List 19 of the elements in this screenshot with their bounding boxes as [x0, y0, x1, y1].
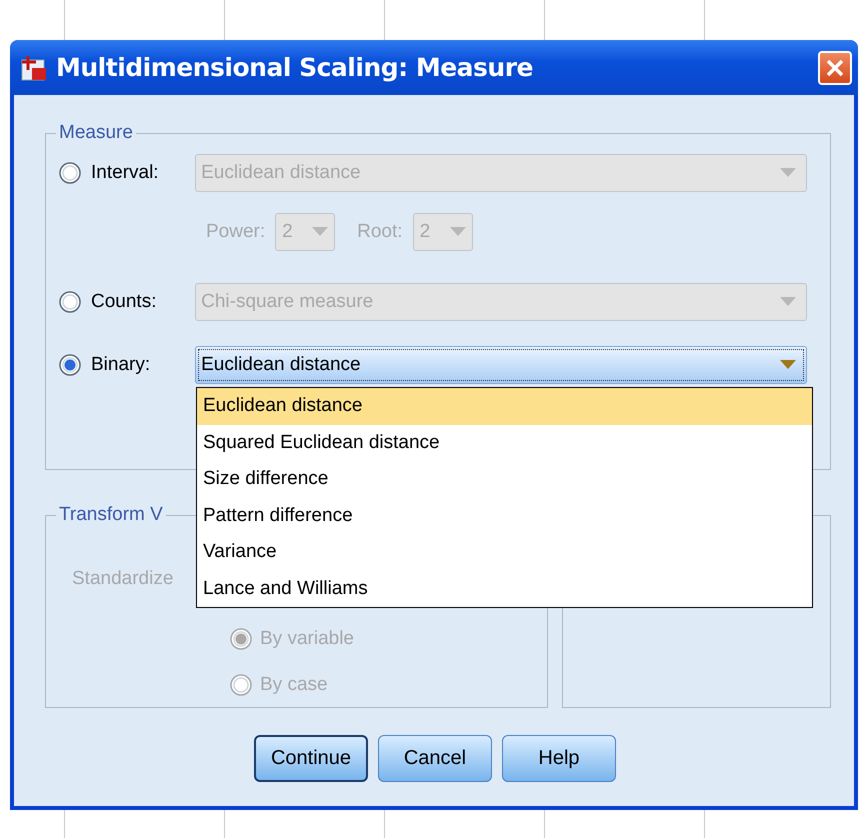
option-label: Counts:	[91, 291, 158, 313]
option-label: By case	[260, 674, 328, 696]
dropdown-option[interactable]: Pattern difference	[197, 498, 812, 534]
power-label: Power:	[206, 221, 266, 243]
option-label: Binary:	[91, 354, 152, 376]
dropdown-option[interactable]: Variance	[197, 534, 812, 570]
dropdown-option[interactable]: Lance and Williams	[197, 570, 812, 607]
dialog-button[interactable]: Help	[502, 735, 616, 782]
dropdown-option[interactable]: Squared Euclidean distance	[197, 424, 812, 461]
measure-dropdown[interactable]: Euclidean distance	[195, 346, 807, 384]
option-label: Interval:	[91, 162, 160, 184]
dialog-button[interactable]: Continue	[254, 735, 368, 782]
standardize-label: Standardize	[72, 568, 174, 591]
window-title: Multidimensional Scaling: Measure	[56, 53, 534, 82]
dropdown-option[interactable]: Size difference	[197, 461, 812, 498]
option-label: By variable	[260, 628, 354, 650]
root-label: Root:	[357, 221, 403, 243]
dropdown-option[interactable]: Euclidean distance	[197, 388, 812, 424]
dialog-button[interactable]: Cancel	[378, 735, 492, 782]
